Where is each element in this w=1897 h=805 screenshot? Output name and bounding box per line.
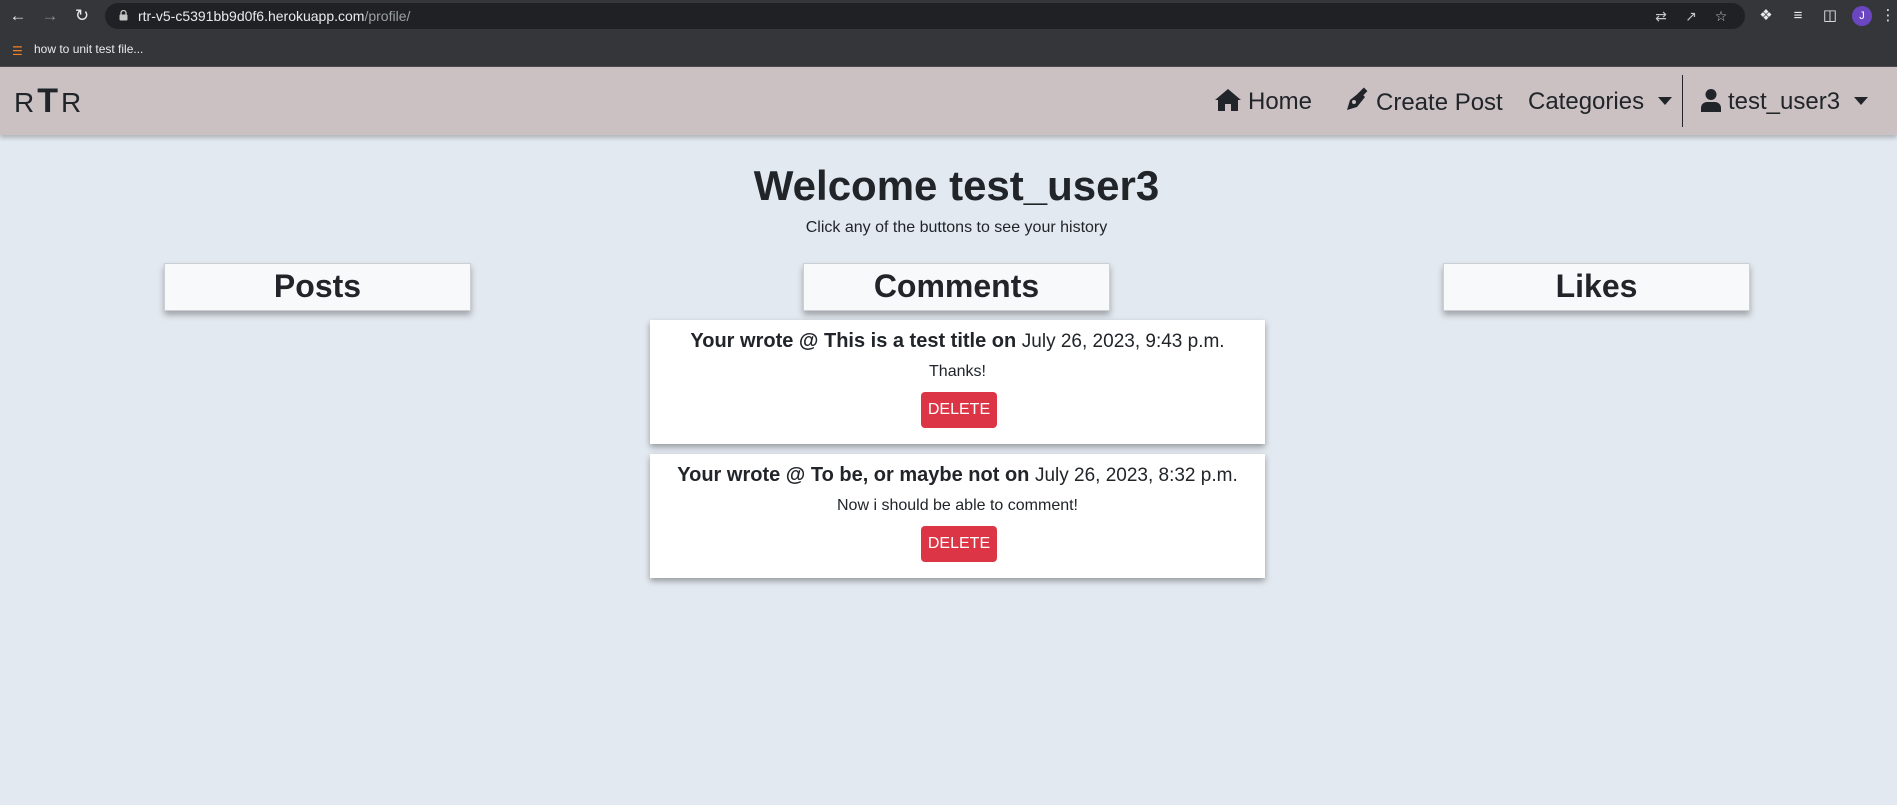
reading-list-icon[interactable]: ≡ — [1789, 7, 1807, 25]
delete-comment-button[interactable]: DELETE — [921, 392, 997, 428]
site-navbar: RTR Home Create Post Categories test_use… — [0, 67, 1897, 135]
share-icon[interactable]: ↗ — [1683, 8, 1699, 24]
comment-date: July 26, 2023, 9:43 p.m. — [1021, 331, 1225, 352]
stackoverflow-icon: ☰ — [12, 44, 23, 58]
forward-icon[interactable]: → — [40, 6, 60, 26]
pen-icon — [1347, 87, 1368, 110]
comment-card: Your wrote @ This is a test title on Jul… — [650, 320, 1265, 444]
page-title: Welcome test_user3 — [753, 162, 1160, 209]
bookmark-item[interactable]: ☰ how to unit test file... — [12, 40, 143, 58]
back-icon[interactable]: ← — [8, 6, 28, 26]
chevron-down-icon — [1658, 97, 1673, 105]
nav-divider — [1682, 75, 1683, 127]
nav-categories-dropdown[interactable]: Categories — [1528, 87, 1673, 117]
translate-icon[interactable]: ⇄ — [1653, 8, 1669, 24]
user-icon — [1701, 89, 1721, 112]
browser-profile-avatar[interactable]: J — [1852, 6, 1872, 26]
page-subtitle: Click any of the buttons to see your his… — [805, 219, 1108, 236]
brand-logo[interactable]: RTR — [14, 83, 84, 121]
likes-button[interactable]: Likes — [1443, 263, 1750, 311]
lock-icon[interactable] — [119, 10, 128, 21]
reload-icon[interactable]: ↻ — [72, 6, 92, 26]
comment-title: Your wrote @ This is a test title on Jul… — [690, 330, 1225, 352]
comment-title: Your wrote @ To be, or maybe not on July… — [677, 464, 1238, 486]
comment-body: Now i should be able to comment! — [836, 497, 1078, 514]
bookmark-label: how to unit test file... — [34, 42, 144, 56]
comments-button[interactable]: Comments — [803, 263, 1110, 311]
comment-body: Thanks! — [929, 363, 986, 380]
nav-user-dropdown[interactable]: test_user3 — [1700, 87, 1869, 117]
bookmarks-bar: ☰ how to unit test file... — [0, 32, 1897, 67]
address-bar[interactable]: rtr-v5-c5391bb9d0f6.herokuapp.com/profil… — [105, 3, 1745, 29]
browser-toolbar: ← → ↻ rtr-v5-c5391bb9d0f6.herokuapp.com/… — [0, 0, 1897, 32]
side-panel-icon[interactable]: ◫ — [1821, 7, 1839, 25]
extensions-icon[interactable]: ❖ — [1757, 7, 1775, 25]
home-icon — [1215, 89, 1241, 111]
menu-icon[interactable]: ⋮ — [1879, 7, 1897, 25]
nav-create-post-link[interactable]: Create Post — [1344, 87, 1503, 117]
url-text[interactable]: rtr-v5-c5391bb9d0f6.herokuapp.com/profil… — [138, 8, 410, 24]
chevron-down-icon — [1854, 97, 1869, 105]
comment-date: July 26, 2023, 8:32 p.m. — [1034, 465, 1238, 486]
posts-button[interactable]: Posts — [164, 263, 471, 311]
nav-home-link[interactable]: Home — [1214, 87, 1312, 117]
delete-comment-button[interactable]: DELETE — [921, 526, 997, 562]
star-icon[interactable]: ☆ — [1713, 8, 1729, 24]
comment-card: Your wrote @ To be, or maybe not on July… — [650, 454, 1265, 578]
